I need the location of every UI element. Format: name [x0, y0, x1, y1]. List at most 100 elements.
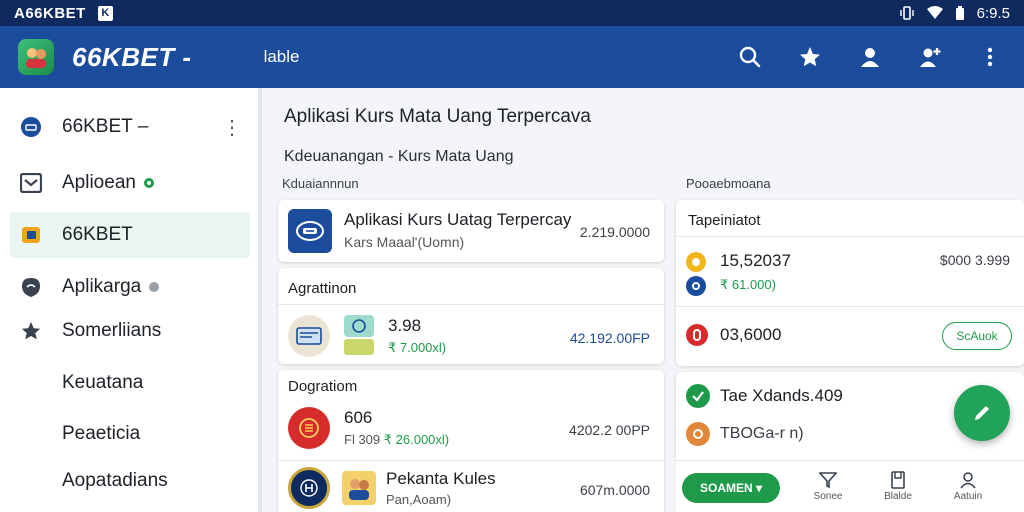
- divider: [676, 306, 1024, 307]
- currency-pair-icon: [344, 315, 376, 357]
- rate-amount: 607m.0000: [579, 482, 650, 498]
- carrier-label: A66KBET: [14, 4, 86, 22]
- sidebar-item-label: Aopatadians: [62, 470, 168, 491]
- app-bar: 66KBET - lable: [0, 26, 1024, 88]
- rate-amount: 42.192.00FP: [569, 330, 650, 346]
- app-title: 66KBET -: [72, 41, 192, 72]
- pencil-icon: [975, 406, 989, 420]
- clock: 6:9.5: [976, 4, 1010, 22]
- transaction-value: TBOGa-r n): [720, 425, 804, 442]
- nav-item-aatuin[interactable]: Aatuin: [938, 471, 998, 502]
- avatar: [342, 471, 376, 505]
- rate-change: ₹ 7.000xl): [388, 340, 447, 355]
- divider: [278, 460, 664, 461]
- nav-label: Aatuin: [953, 491, 983, 502]
- nav-label: Blalde: [884, 491, 912, 502]
- bottom-navigation: SOAMEN ▾ Sonee Blalde Aatuin: [676, 460, 1024, 512]
- section-label-left: Kduaiannnun: [282, 176, 359, 191]
- user-icon: [960, 472, 976, 489]
- card-header: Tapeiniatot: [688, 212, 761, 229]
- sidebar-item-somerliians[interactable]: Somerliians: [10, 308, 250, 354]
- add-user-icon[interactable]: [914, 41, 946, 73]
- bank-seal-icon: [288, 467, 330, 509]
- balance-change: ₹ 61.000): [720, 277, 776, 292]
- sidebar-item-account[interactable]: 66KBET – ⋮: [10, 104, 250, 150]
- wallet-icon: [20, 224, 42, 246]
- sidebar-item-label: Aplikarga: [62, 276, 142, 297]
- rate-amount: 4202.2 00PP: [569, 422, 650, 438]
- rate-sub: Pan,Aoam): [386, 492, 452, 507]
- list-item[interactable]: Pekanta Kules Pan,Aoam) 607m.0000: [278, 464, 664, 512]
- more-vert-icon[interactable]: [974, 41, 1006, 73]
- status-bar: A66KBET K 6:9.5: [0, 0, 1024, 26]
- sidebar-item-aplikarga[interactable]: Aplikarga: [10, 264, 250, 310]
- currency-card-1: Agrattinon 3.98 ₹ 7.000xl) 42.192.00FP: [278, 268, 664, 364]
- sidebar-item-keuatana[interactable]: Keuatana: [10, 360, 250, 406]
- portfolio-card: Tapeiniatot 15,52037 ₹ 61.000) $000 3.99…: [676, 200, 1024, 366]
- balance-value: 15,52037: [720, 251, 791, 270]
- sidebar-item-label: 66KBET –: [62, 116, 149, 137]
- status-dot-icon: [143, 178, 154, 188]
- rate-sub: Fl 309: [344, 432, 381, 447]
- sidebar-item-label: 66KBET: [62, 224, 133, 245]
- featured-amount: 2.219.0000: [579, 224, 650, 240]
- sidebar-item-label: Peaeticia: [62, 423, 141, 444]
- shield-icon: [20, 276, 42, 298]
- list-item[interactable]: 15,52037 ₹ 61.000) $000 3.999: [676, 240, 1024, 304]
- sidebar-item-66kbet[interactable]: 66KBET: [10, 212, 250, 258]
- status-icons: 6:9.5: [899, 5, 1010, 22]
- sidebar-item-label: Keuatana: [62, 372, 144, 393]
- transaction-value: Tae Xdands.409: [720, 386, 843, 405]
- nav-item-sonee[interactable]: Sonee: [798, 471, 858, 502]
- account-icon: [20, 116, 42, 138]
- featured-title: Aplikasi Kurs Uatag Terpercay: [344, 210, 572, 229]
- breadcrumb[interactable]: Kdeuanangan - Kurs Mata Uang: [284, 148, 513, 166]
- status-dot-icon: [149, 282, 160, 292]
- edit-fab[interactable]: [954, 385, 1010, 441]
- wifi-icon: [926, 6, 943, 19]
- divider: [278, 304, 664, 305]
- inbox-icon: [20, 172, 42, 194]
- page-title: Aplikasi Kurs Mata Uang Terpercava: [284, 106, 591, 127]
- sidebar-item-label: Aplioean: [62, 172, 136, 193]
- primary-action-button[interactable]: SOAMEN ▾: [682, 473, 780, 503]
- balance-amount: $000 3.999: [939, 252, 1010, 268]
- list-item[interactable]: 3.98 ₹ 7.000xl) 42.192.00FP: [278, 308, 664, 364]
- notification-badge: K: [97, 5, 113, 21]
- sidebar-item-aopatadians[interactable]: Aopatadians: [10, 458, 250, 504]
- rate-value: 3.98: [388, 316, 422, 335]
- sidebar-item-aplioean[interactable]: Aplioean: [10, 160, 250, 206]
- divider: [676, 236, 1024, 237]
- list-item[interactable]: 606 Fl 309 ₹ 26.000xl) 4202.2 00PP: [278, 400, 664, 456]
- sidebar-item-label: Somerliians: [62, 320, 162, 341]
- battery-icon: [955, 6, 964, 20]
- card-header: Dogratiom: [288, 378, 358, 395]
- nav-item-blalde[interactable]: Blalde: [868, 471, 928, 502]
- rate-value: Pekanta Kules: [386, 469, 496, 488]
- section-label-right: Pooaebmoana: [686, 176, 771, 191]
- card-header: Agrattinon: [288, 280, 357, 297]
- app-subtitle: lable: [263, 47, 300, 66]
- featured-subtitle: Kars Maaal'(Uomn): [344, 234, 465, 250]
- check-circle-icon: [686, 384, 710, 408]
- featured-card[interactable]: Aplikasi Kurs Uatag Terpercay Kars Maaal…: [278, 200, 664, 262]
- more-vert-icon[interactable]: ⋮: [222, 115, 242, 140]
- document-icon: [891, 471, 905, 489]
- star-icon: [20, 320, 42, 342]
- filter-icon: [819, 472, 837, 489]
- sidebar-item-peaeticia[interactable]: Peaeticia: [10, 411, 250, 457]
- search-icon[interactable]: [734, 41, 766, 73]
- balance-value: 03,6000: [720, 325, 782, 344]
- coin-icon: [686, 422, 710, 446]
- star-icon[interactable]: [794, 41, 826, 73]
- currency-card-2: Dogratiom 606 Fl 309 ₹ 26.000xl) 4202.2 …: [278, 370, 664, 512]
- list-item[interactable]: 03,6000 ScAuok: [676, 310, 1024, 360]
- main-content: Aplikasi Kurs Mata Uang Terpercava Kdeua…: [266, 88, 1024, 512]
- sidebar: 66KBET – ⋮ Aplioean 66KBET Aplikarga Som…: [0, 88, 262, 512]
- vibrate-icon: [899, 6, 914, 20]
- app-logo-icon[interactable]: [18, 39, 54, 75]
- nav-label: Sonee: [813, 491, 843, 502]
- check-button[interactable]: ScAuok: [942, 322, 1012, 350]
- rate-change: ₹ 26.000xl): [383, 432, 450, 447]
- profile-icon[interactable]: [854, 41, 886, 73]
